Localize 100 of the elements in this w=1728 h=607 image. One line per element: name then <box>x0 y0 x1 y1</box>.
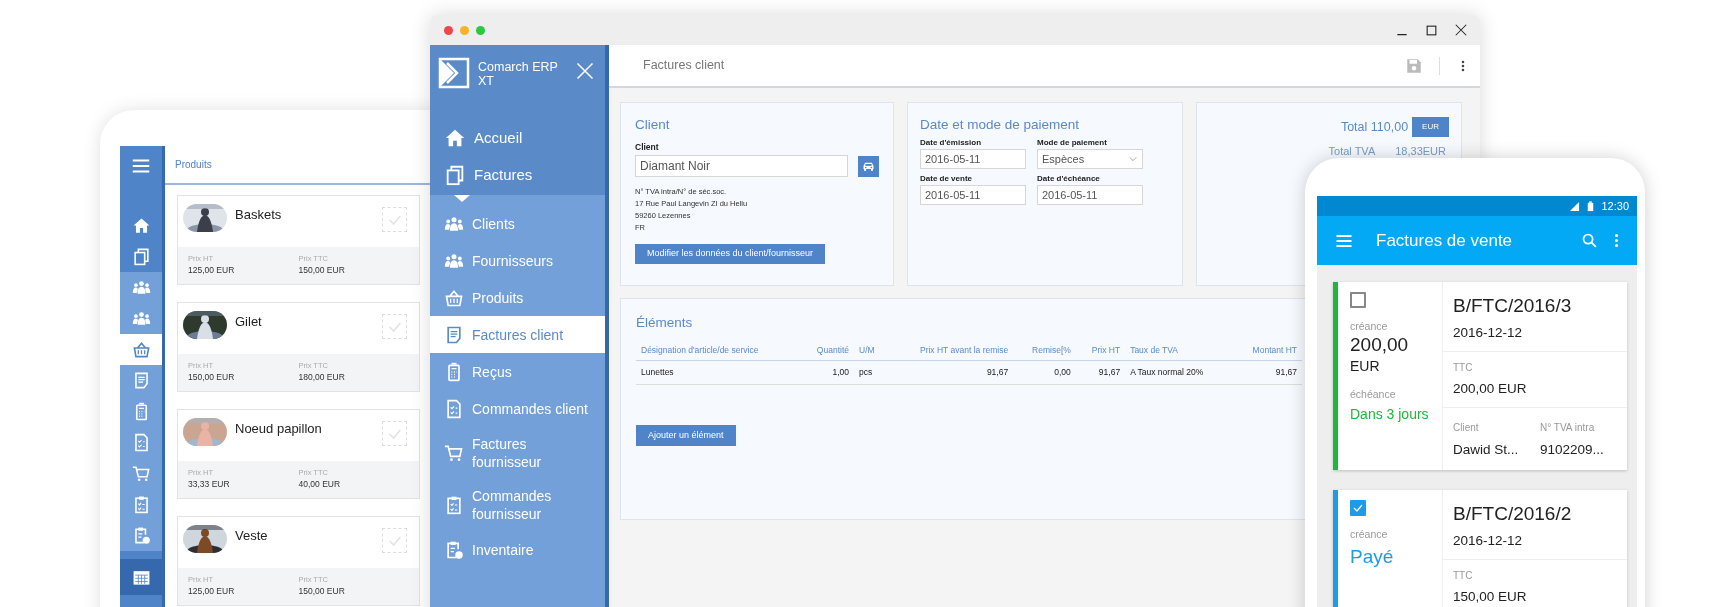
window-minimize-dot[interactable] <box>460 25 469 35</box>
cart-icon <box>131 464 151 483</box>
nav-button[interactable] <box>120 303 162 334</box>
table-cell: 91,67 <box>1231 360 1302 385</box>
field-label: Client <box>635 141 660 154</box>
nav-button[interactable] <box>120 559 162 595</box>
nav-button[interactable] <box>120 365 162 396</box>
field-value: 9102209... <box>1540 441 1605 459</box>
column-header[interactable]: Désignation d'article/de service <box>636 341 800 361</box>
field-label: N° TVA intra <box>1540 421 1596 435</box>
invoice-card[interactable]: créance Payé B/FTC/2016/2 2016-12-12 TTC 150,00 EUR <box>1333 490 1627 607</box>
column-header[interactable]: Prix HT avant la remise <box>886 341 1014 361</box>
window-zoom-dot[interactable] <box>476 25 485 35</box>
payment-select[interactable]: Espèces <box>1037 149 1143 170</box>
amount: 200,00 EUR <box>1453 379 1528 398</box>
invoice-number: B/FTC/2016/2 <box>1453 502 1573 527</box>
table-cell: 91,67 <box>1075 360 1126 385</box>
clipboard-check-icon <box>444 539 464 560</box>
table-cell: 1,00 <box>799 360 854 385</box>
panel-title: Client <box>635 116 670 134</box>
price-value: 180,00 EUR <box>298 371 346 384</box>
add-item-button[interactable]: Ajouter un élément <box>636 424 736 446</box>
edit-client-button[interactable]: Modifier les données du client/fournisseur <box>635 243 826 264</box>
save-icon <box>1405 56 1423 75</box>
window-close-dot[interactable] <box>444 25 453 35</box>
panel-title: Date et mode de paiement <box>920 116 1080 134</box>
payment-status: Payé <box>1350 546 1395 569</box>
sidebar-item[interactable]: Commandes fournisseur <box>430 479 605 531</box>
field-label: Date d'échéance <box>1037 173 1101 186</box>
checklist-icon <box>444 398 464 419</box>
vat-amount: 18,33EUR <box>1395 144 1446 159</box>
product-name: Baskets <box>235 206 282 224</box>
close-icon <box>575 61 595 81</box>
sidebar-item[interactable]: Accueil <box>438 119 597 156</box>
sidebar-item[interactable]: Factures client <box>430 316 605 353</box>
checkbox[interactable] <box>1350 500 1366 517</box>
field-value: Dawid St... <box>1453 441 1520 459</box>
people-icon <box>131 278 151 297</box>
invoice-date: 2016-12-12 <box>1453 323 1524 342</box>
nav-button[interactable] <box>120 520 162 551</box>
invoice-card[interactable]: créance 200,00 EUR échéance Dans 3 jours B/FTC/2016/3 2016-12-12 TTC 200,00 EUR Client Dawid St... N° TVA intra 9102209... <box>1333 282 1627 471</box>
checkbox[interactable] <box>1350 292 1366 308</box>
document-icon <box>444 324 464 345</box>
close-button[interactable] <box>575 61 595 81</box>
table-cell: A Taux normal 20% <box>1125 360 1232 385</box>
price-value: 125,00 EUR <box>188 585 236 598</box>
page-title: Factures client <box>643 57 725 75</box>
invoice-date: 2016-12-12 <box>1453 531 1524 550</box>
nav-button[interactable] <box>120 272 162 303</box>
price-value: 150,00 EUR <box>298 264 346 277</box>
vat-label: Total TVA <box>1328 144 1376 159</box>
lookup-button[interactable] <box>858 155 879 177</box>
column-header[interactable]: Remise[% <box>1013 341 1076 361</box>
status-time: 12:30 <box>1601 198 1629 214</box>
field-label: échéance <box>1350 388 1397 401</box>
invoice-number: B/FTC/2016/3 <box>1453 294 1573 318</box>
clipboard-icon <box>444 495 464 515</box>
sidebar-item[interactable]: Produits <box>430 279 605 316</box>
documents-icon <box>131 247 151 266</box>
product-name: Gilet <box>235 313 262 331</box>
sidebar-item[interactable]: Fournisseurs <box>430 242 605 279</box>
sidebar-item[interactable]: Clients <box>430 205 605 242</box>
save-button[interactable] <box>1405 56 1423 75</box>
pointer-triangle <box>454 195 470 202</box>
people-icon <box>131 309 151 328</box>
field-label: Client <box>1453 421 1480 435</box>
column-header[interactable]: U/M <box>854 341 887 361</box>
date-field[interactable]: 2016-05-11 <box>920 185 1026 206</box>
app-name: Comarch ERP XT <box>478 60 558 88</box>
sidebar-item[interactable]: Commandes client <box>430 390 605 427</box>
amount: 200,00 <box>1350 334 1410 356</box>
column-header[interactable]: Prix HT <box>1075 341 1126 361</box>
price-value: 33,33 EUR <box>188 478 231 491</box>
price-value: 125,00 EUR <box>188 264 236 277</box>
table-cell: 0,00 <box>1013 360 1076 385</box>
sidebar-item[interactable]: Factures <box>438 156 597 193</box>
signal-icon <box>1569 200 1581 212</box>
field-label: TTC <box>1453 569 1474 583</box>
documents-icon <box>444 163 466 186</box>
close-icon[interactable] <box>1454 23 1468 37</box>
due-status: Dans 3 jours <box>1350 406 1430 423</box>
sidebar-item[interactable]: Factures fournisseur <box>430 427 605 479</box>
nav-button[interactable] <box>120 334 162 365</box>
app-bar-title: Factures de vente <box>1376 229 1513 252</box>
page-title: Produits <box>175 158 212 172</box>
maximize-icon[interactable] <box>1425 23 1438 37</box>
field-label: créance <box>1350 528 1389 541</box>
cart-icon <box>444 443 464 463</box>
date-field[interactable]: 2016-05-11 <box>1037 185 1143 206</box>
table-cell: 91,67 <box>886 360 1014 385</box>
search-button[interactable] <box>1581 232 1598 249</box>
sidebar-item[interactable]: Inventaire <box>430 531 605 568</box>
column-header[interactable]: Montant HT <box>1231 341 1302 361</box>
column-header[interactable]: Quantité <box>799 341 854 361</box>
field-label: Mode de paiement <box>1037 137 1108 150</box>
column-header[interactable]: Taux de TVA <box>1125 341 1232 361</box>
date-field[interactable]: 2016-05-11 <box>920 149 1026 170</box>
sidebar-item[interactable]: Reçus <box>430 353 605 390</box>
total-amount: Total 110,00 <box>1340 118 1409 136</box>
client-field[interactable]: Diamant Noir <box>635 155 848 177</box>
